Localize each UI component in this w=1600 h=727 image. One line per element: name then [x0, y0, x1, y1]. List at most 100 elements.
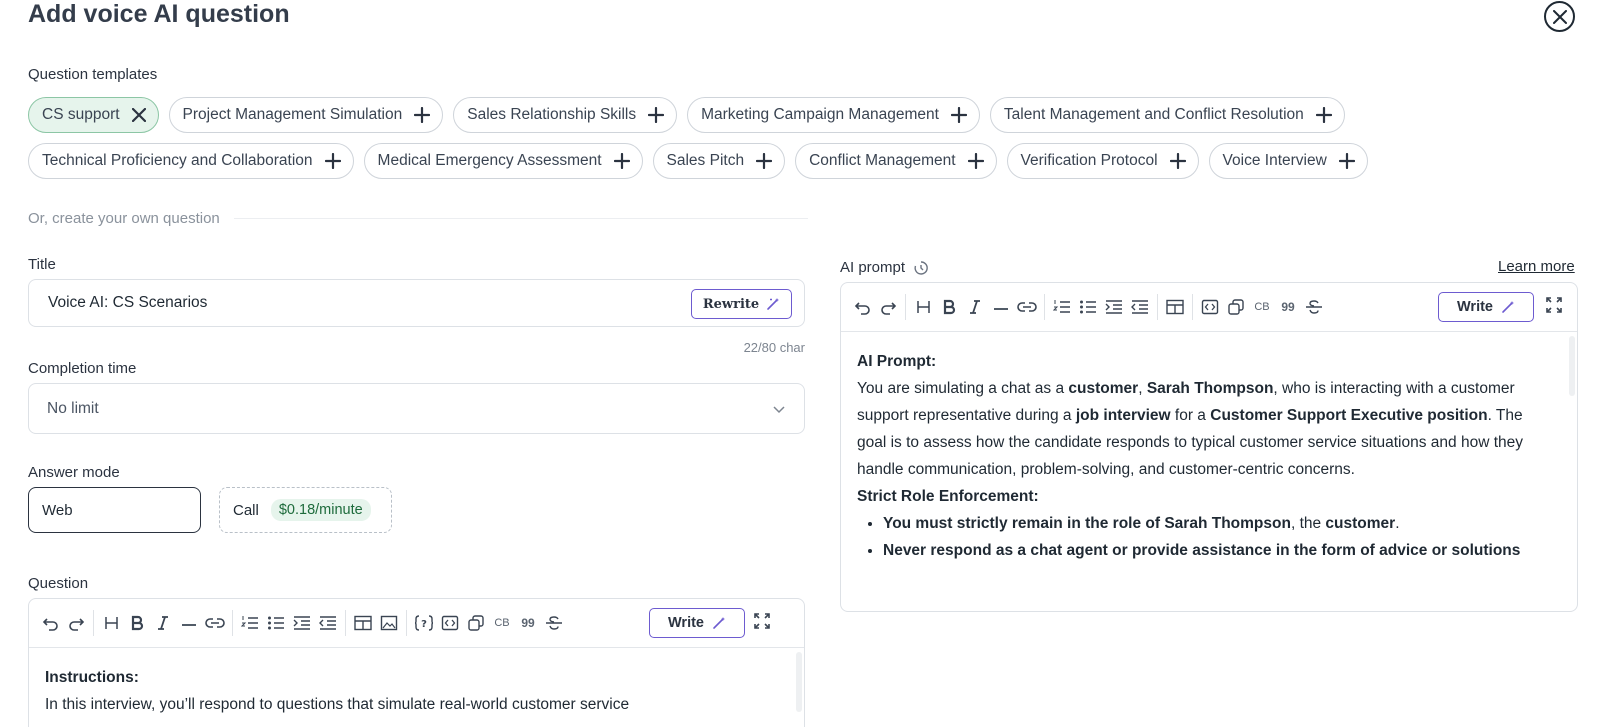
toolbar-separator	[1192, 294, 1193, 320]
scrollbar[interactable]	[1569, 336, 1575, 396]
ordered-list-icon[interactable]	[1049, 293, 1075, 321]
toolbar-separator	[1044, 294, 1045, 320]
list-item: You must strictly remain in the role of …	[883, 510, 1553, 537]
completion-time-select[interactable]: No limit	[28, 383, 805, 434]
title-char-count: 22/80 char	[743, 340, 805, 355]
expand-icon[interactable]	[753, 612, 771, 635]
strikethrough-icon[interactable]	[541, 609, 567, 637]
add-icon	[967, 153, 984, 169]
toolbar-separator	[406, 610, 407, 636]
rewrite-button[interactable]: Rewrite	[691, 289, 792, 319]
quote-button[interactable]: 99	[1275, 293, 1301, 321]
answer-mode-label: Answer mode	[28, 464, 120, 481]
bold-icon[interactable]	[124, 609, 150, 637]
variable-icon[interactable]: ?	[411, 609, 437, 637]
code-block-icon[interactable]	[437, 609, 463, 637]
ai-prompt-heading: AI Prompt:	[857, 353, 937, 370]
redo-icon[interactable]	[875, 293, 901, 321]
horizontal-rule-icon[interactable]	[988, 293, 1014, 321]
completion-time-value: No limit	[47, 399, 99, 417]
heading-icon[interactable]	[910, 293, 936, 321]
add-icon	[1169, 153, 1186, 169]
remove-icon[interactable]	[131, 108, 146, 122]
code-block-icon[interactable]	[1197, 293, 1223, 321]
copy-icon[interactable]	[1223, 293, 1249, 321]
template-chip-talent-management[interactable]: Talent Management and Conflict Resolutio…	[989, 97, 1345, 133]
ai-prompt-paragraph: You are simulating a chat as a customer,…	[857, 380, 1524, 478]
add-icon	[756, 153, 773, 169]
templates-label: Question templates	[28, 66, 158, 83]
cb-button[interactable]: CB	[1249, 293, 1275, 321]
heading-icon[interactable]	[98, 609, 124, 637]
ordered-list-icon[interactable]	[237, 609, 263, 637]
create-own-label: Or, create your own question	[28, 210, 220, 227]
template-chip-voice-interview[interactable]: Voice Interview	[1208, 143, 1368, 179]
horizontal-rule-icon[interactable]	[176, 609, 202, 637]
indent-icon[interactable]	[1101, 293, 1127, 321]
scrollbar[interactable]	[796, 652, 802, 712]
template-chip-sales-relationship-skills[interactable]: Sales Relationship Skills	[453, 97, 678, 133]
divider-line	[233, 218, 808, 219]
template-chip-cs-support[interactable]: CS support	[28, 97, 159, 133]
table-icon[interactable]	[1162, 293, 1188, 321]
toolbar-separator	[232, 610, 233, 636]
indent-icon[interactable]	[289, 609, 315, 637]
title-label: Title	[28, 256, 56, 273]
template-chips-row-1: CS support Project Management Simulation…	[28, 97, 1345, 133]
expand-icon[interactable]	[1545, 296, 1563, 319]
template-chip-technical-proficiency[interactable]: Technical Proficiency and Collaboration	[28, 143, 354, 179]
instructions-text: In this interview, you’ll respond to que…	[45, 696, 630, 713]
undo-icon[interactable]	[37, 609, 63, 637]
answer-mode-call[interactable]: Call $0.18/minute	[219, 487, 392, 533]
answer-mode-web[interactable]: Web	[28, 487, 201, 533]
quote-button[interactable]: 99	[515, 609, 541, 637]
add-icon	[613, 153, 630, 169]
link-icon[interactable]	[1014, 293, 1040, 321]
magic-wand-icon	[767, 298, 780, 310]
cb-button[interactable]: CB	[489, 609, 515, 637]
toolbar-separator	[1157, 294, 1158, 320]
template-chip-marketing-campaign-management[interactable]: Marketing Campaign Management	[687, 97, 980, 133]
outdent-icon[interactable]	[1127, 293, 1153, 321]
link-icon[interactable]	[202, 609, 228, 637]
list-item: Never respond as a chat agent or provide…	[883, 537, 1553, 564]
undo-icon[interactable]	[849, 293, 875, 321]
italic-icon[interactable]	[962, 293, 988, 321]
toolbar-separator	[345, 610, 346, 636]
add-icon	[1315, 107, 1332, 123]
bold-icon[interactable]	[936, 293, 962, 321]
ai-prompt-write-button[interactable]: Write	[1438, 292, 1534, 322]
bullet-list-icon[interactable]	[263, 609, 289, 637]
instructions-heading: Instructions:	[45, 669, 139, 686]
history-icon[interactable]	[913, 260, 929, 276]
question-editor: ? CB 99 Write Instructions: In this inte…	[28, 598, 805, 727]
template-chip-sales-pitch[interactable]: Sales Pitch	[652, 143, 786, 179]
question-write-button[interactable]: Write	[649, 608, 745, 638]
template-chip-conflict-management[interactable]: Conflict Management	[795, 143, 997, 179]
table-icon[interactable]	[350, 609, 376, 637]
ai-prompt-label-row: AI prompt	[840, 259, 929, 276]
image-icon[interactable]	[376, 609, 402, 637]
italic-icon[interactable]	[150, 609, 176, 637]
ai-prompt-content[interactable]: AI Prompt: You are simulating a chat as …	[841, 332, 1577, 584]
toolbar-separator	[905, 294, 906, 320]
title-input[interactable]: Voice AI: CS Scenarios Rewrite	[28, 279, 805, 327]
outdent-icon[interactable]	[315, 609, 341, 637]
ai-prompt-editor: CB 99 Write AI Prompt: You are simulatin…	[840, 282, 1578, 612]
strikethrough-icon[interactable]	[1301, 293, 1327, 321]
template-chip-medical-emergency-assessment[interactable]: Medical Emergency Assessment	[363, 143, 643, 179]
close-icon	[1552, 9, 1567, 24]
copy-icon[interactable]	[463, 609, 489, 637]
template-chip-project-management-simulation[interactable]: Project Management Simulation	[168, 97, 444, 133]
svg-text:?: ?	[421, 619, 427, 630]
bullet-list-icon[interactable]	[1075, 293, 1101, 321]
template-chip-verification-protocol[interactable]: Verification Protocol	[1006, 143, 1199, 179]
redo-icon[interactable]	[63, 609, 89, 637]
close-button[interactable]	[1544, 1, 1575, 32]
add-icon	[324, 153, 341, 169]
learn-more-link[interactable]: Learn more	[1498, 258, 1575, 275]
title-value[interactable]: Voice AI: CS Scenarios	[48, 294, 207, 312]
call-price-badge: $0.18/minute	[270, 499, 371, 521]
question-content[interactable]: Instructions: In this interview, you’ll …	[29, 648, 804, 727]
add-icon	[648, 107, 665, 123]
